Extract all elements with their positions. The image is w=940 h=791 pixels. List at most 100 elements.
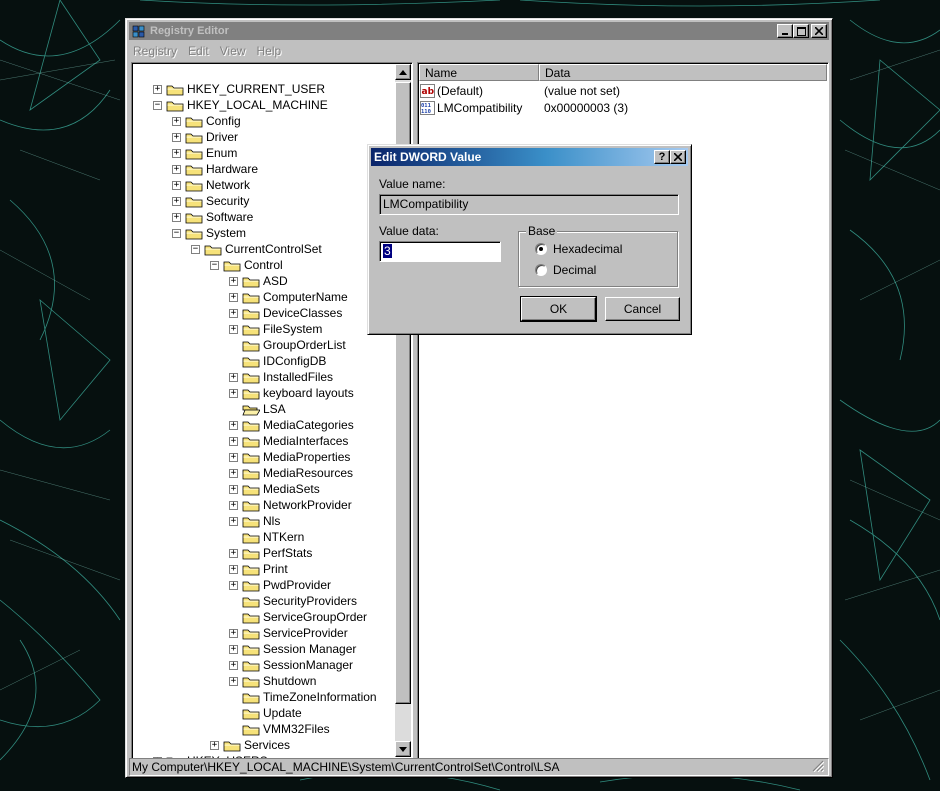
tree-item[interactable]: + MediaResources (229, 465, 353, 481)
tree-item[interactable]: + Shutdown (229, 673, 316, 689)
tree-item[interactable]: LSA (229, 401, 286, 417)
tree-item[interactable]: + InstalledFiles (229, 369, 333, 385)
dword-value-icon: 011 110 (420, 101, 435, 115)
collapse-icon[interactable]: − (153, 100, 162, 110)
value-row[interactable]: ab (Default) (value not set) (420, 83, 620, 99)
expand-icon[interactable]: + (229, 292, 238, 302)
help-button[interactable]: ? (654, 150, 670, 164)
tree-item[interactable]: IDConfigDB (229, 353, 326, 369)
window-titlebar[interactable]: Registry Editor (129, 22, 829, 40)
tree-item[interactable]: − CurrentControlSet (191, 241, 322, 257)
expand-icon[interactable]: + (172, 164, 181, 174)
tree-item[interactable]: + ASD (229, 273, 288, 289)
tree-item[interactable]: + Driver (172, 129, 238, 145)
expand-icon[interactable]: + (229, 388, 238, 398)
decimal-radio[interactable]: Decimal (535, 263, 596, 277)
expand-icon[interactable]: + (229, 644, 238, 654)
expand-icon[interactable]: + (229, 676, 238, 686)
value-data-input[interactable]: 3 (379, 241, 501, 262)
expand-icon[interactable]: + (229, 324, 238, 334)
expand-icon[interactable]: + (229, 452, 238, 462)
tree-item[interactable]: + keyboard layouts (229, 385, 354, 401)
tree-item[interactable]: + MediaCategories (229, 417, 354, 433)
menu-view[interactable]: View (220, 44, 246, 58)
tree-item[interactable]: + Hardware (172, 161, 258, 177)
expand-icon[interactable]: + (229, 500, 238, 510)
tree-item[interactable]: + HKEY_CURRENT_USER (153, 81, 325, 97)
tree-item[interactable]: + Nls (229, 513, 280, 529)
expand-icon[interactable]: + (229, 276, 238, 286)
tree-item[interactable]: + MediaProperties (229, 449, 350, 465)
tree-item[interactable]: + ComputerName (229, 289, 348, 305)
expand-icon[interactable]: + (153, 84, 162, 94)
expand-icon[interactable]: + (229, 308, 238, 318)
column-header-name[interactable]: Name (419, 64, 539, 81)
expand-icon[interactable]: + (229, 548, 238, 558)
menu-edit[interactable]: Edit (188, 44, 209, 58)
collapse-icon[interactable]: − (172, 228, 181, 238)
expand-icon[interactable]: + (229, 468, 238, 478)
tree-item[interactable]: Update (229, 705, 302, 721)
expand-icon[interactable]: + (229, 660, 238, 670)
expand-icon[interactable]: + (229, 484, 238, 494)
expand-icon[interactable]: + (229, 516, 238, 526)
tree-item[interactable]: + Session Manager (229, 641, 356, 657)
tree-item[interactable]: + ServiceProvider (229, 625, 348, 641)
tree-item[interactable]: + PerfStats (229, 545, 312, 561)
tree-item[interactable]: + SessionManager (229, 657, 353, 673)
tree-item[interactable]: + Security (172, 193, 249, 209)
tree-item[interactable]: SecurityProviders (229, 593, 357, 609)
expand-icon[interactable]: + (229, 372, 238, 382)
expand-icon[interactable]: + (172, 180, 181, 190)
collapse-icon[interactable]: − (191, 244, 200, 254)
menu-help[interactable]: Help (257, 44, 282, 58)
tree-item[interactable]: + MediaSets (229, 481, 320, 497)
tree-item[interactable]: − System (172, 225, 246, 241)
menu-registry[interactable]: Registry (133, 44, 177, 58)
tree-item[interactable]: − Control (210, 257, 283, 273)
expand-icon[interactable]: + (229, 628, 238, 638)
tree-item[interactable]: + DeviceClasses (229, 305, 342, 321)
cancel-button[interactable]: Cancel (605, 297, 680, 321)
expand-icon[interactable]: + (172, 212, 181, 222)
tree-item[interactable]: GroupOrderList (229, 337, 346, 353)
scroll-up-button[interactable] (395, 64, 411, 80)
tree-item[interactable]: + FileSystem (229, 321, 322, 337)
tree-item[interactable]: − HKEY_LOCAL_MACHINE (153, 97, 328, 113)
expand-icon[interactable]: + (229, 436, 238, 446)
tree-item-label: MediaSets (263, 482, 320, 496)
expand-icon[interactable]: + (229, 580, 238, 590)
tree-item[interactable]: + Network (172, 177, 250, 193)
hexadecimal-radio[interactable]: Hexadecimal (535, 242, 622, 256)
tree-item[interactable]: + NetworkProvider (229, 497, 352, 513)
expand-icon[interactable]: + (172, 116, 181, 126)
resize-grip-icon[interactable] (812, 760, 824, 772)
tree-item[interactable]: + MediaInterfaces (229, 433, 348, 449)
expand-icon[interactable]: + (172, 148, 181, 158)
tree-item[interactable]: + Print (229, 561, 288, 577)
maximize-button[interactable] (793, 24, 809, 38)
tree-item[interactable]: VMM32Files (229, 721, 330, 737)
tree-item[interactable]: + Config (172, 113, 241, 129)
column-header-data[interactable]: Data (539, 64, 827, 81)
value-row[interactable]: 011 110 LMCompatibility 0x00000003 (3) (420, 100, 628, 116)
minimize-button[interactable] (777, 24, 793, 38)
tree-item[interactable]: NTKern (229, 529, 304, 545)
collapse-icon[interactable]: − (210, 260, 219, 270)
expand-icon[interactable]: + (172, 196, 181, 206)
dialog-close-button[interactable] (670, 150, 686, 164)
expand-icon[interactable]: + (210, 740, 219, 750)
tree-item[interactable]: + Software (172, 209, 253, 225)
tree-item[interactable]: + PwdProvider (229, 577, 331, 593)
ok-button[interactable]: OK (520, 296, 597, 322)
tree-item[interactable]: + Enum (172, 145, 237, 161)
close-button[interactable] (811, 24, 827, 38)
dialog-titlebar[interactable]: Edit DWORD Value ? (371, 148, 688, 166)
expand-icon[interactable]: + (229, 420, 238, 430)
tree-item[interactable]: ServiceGroupOrder (229, 609, 367, 625)
scroll-down-button[interactable] (395, 741, 411, 757)
expand-icon[interactable]: + (172, 132, 181, 142)
tree-item[interactable]: TimeZoneInformation (229, 689, 377, 705)
expand-icon[interactable]: + (229, 564, 238, 574)
tree-item[interactable]: + Services (210, 737, 290, 753)
